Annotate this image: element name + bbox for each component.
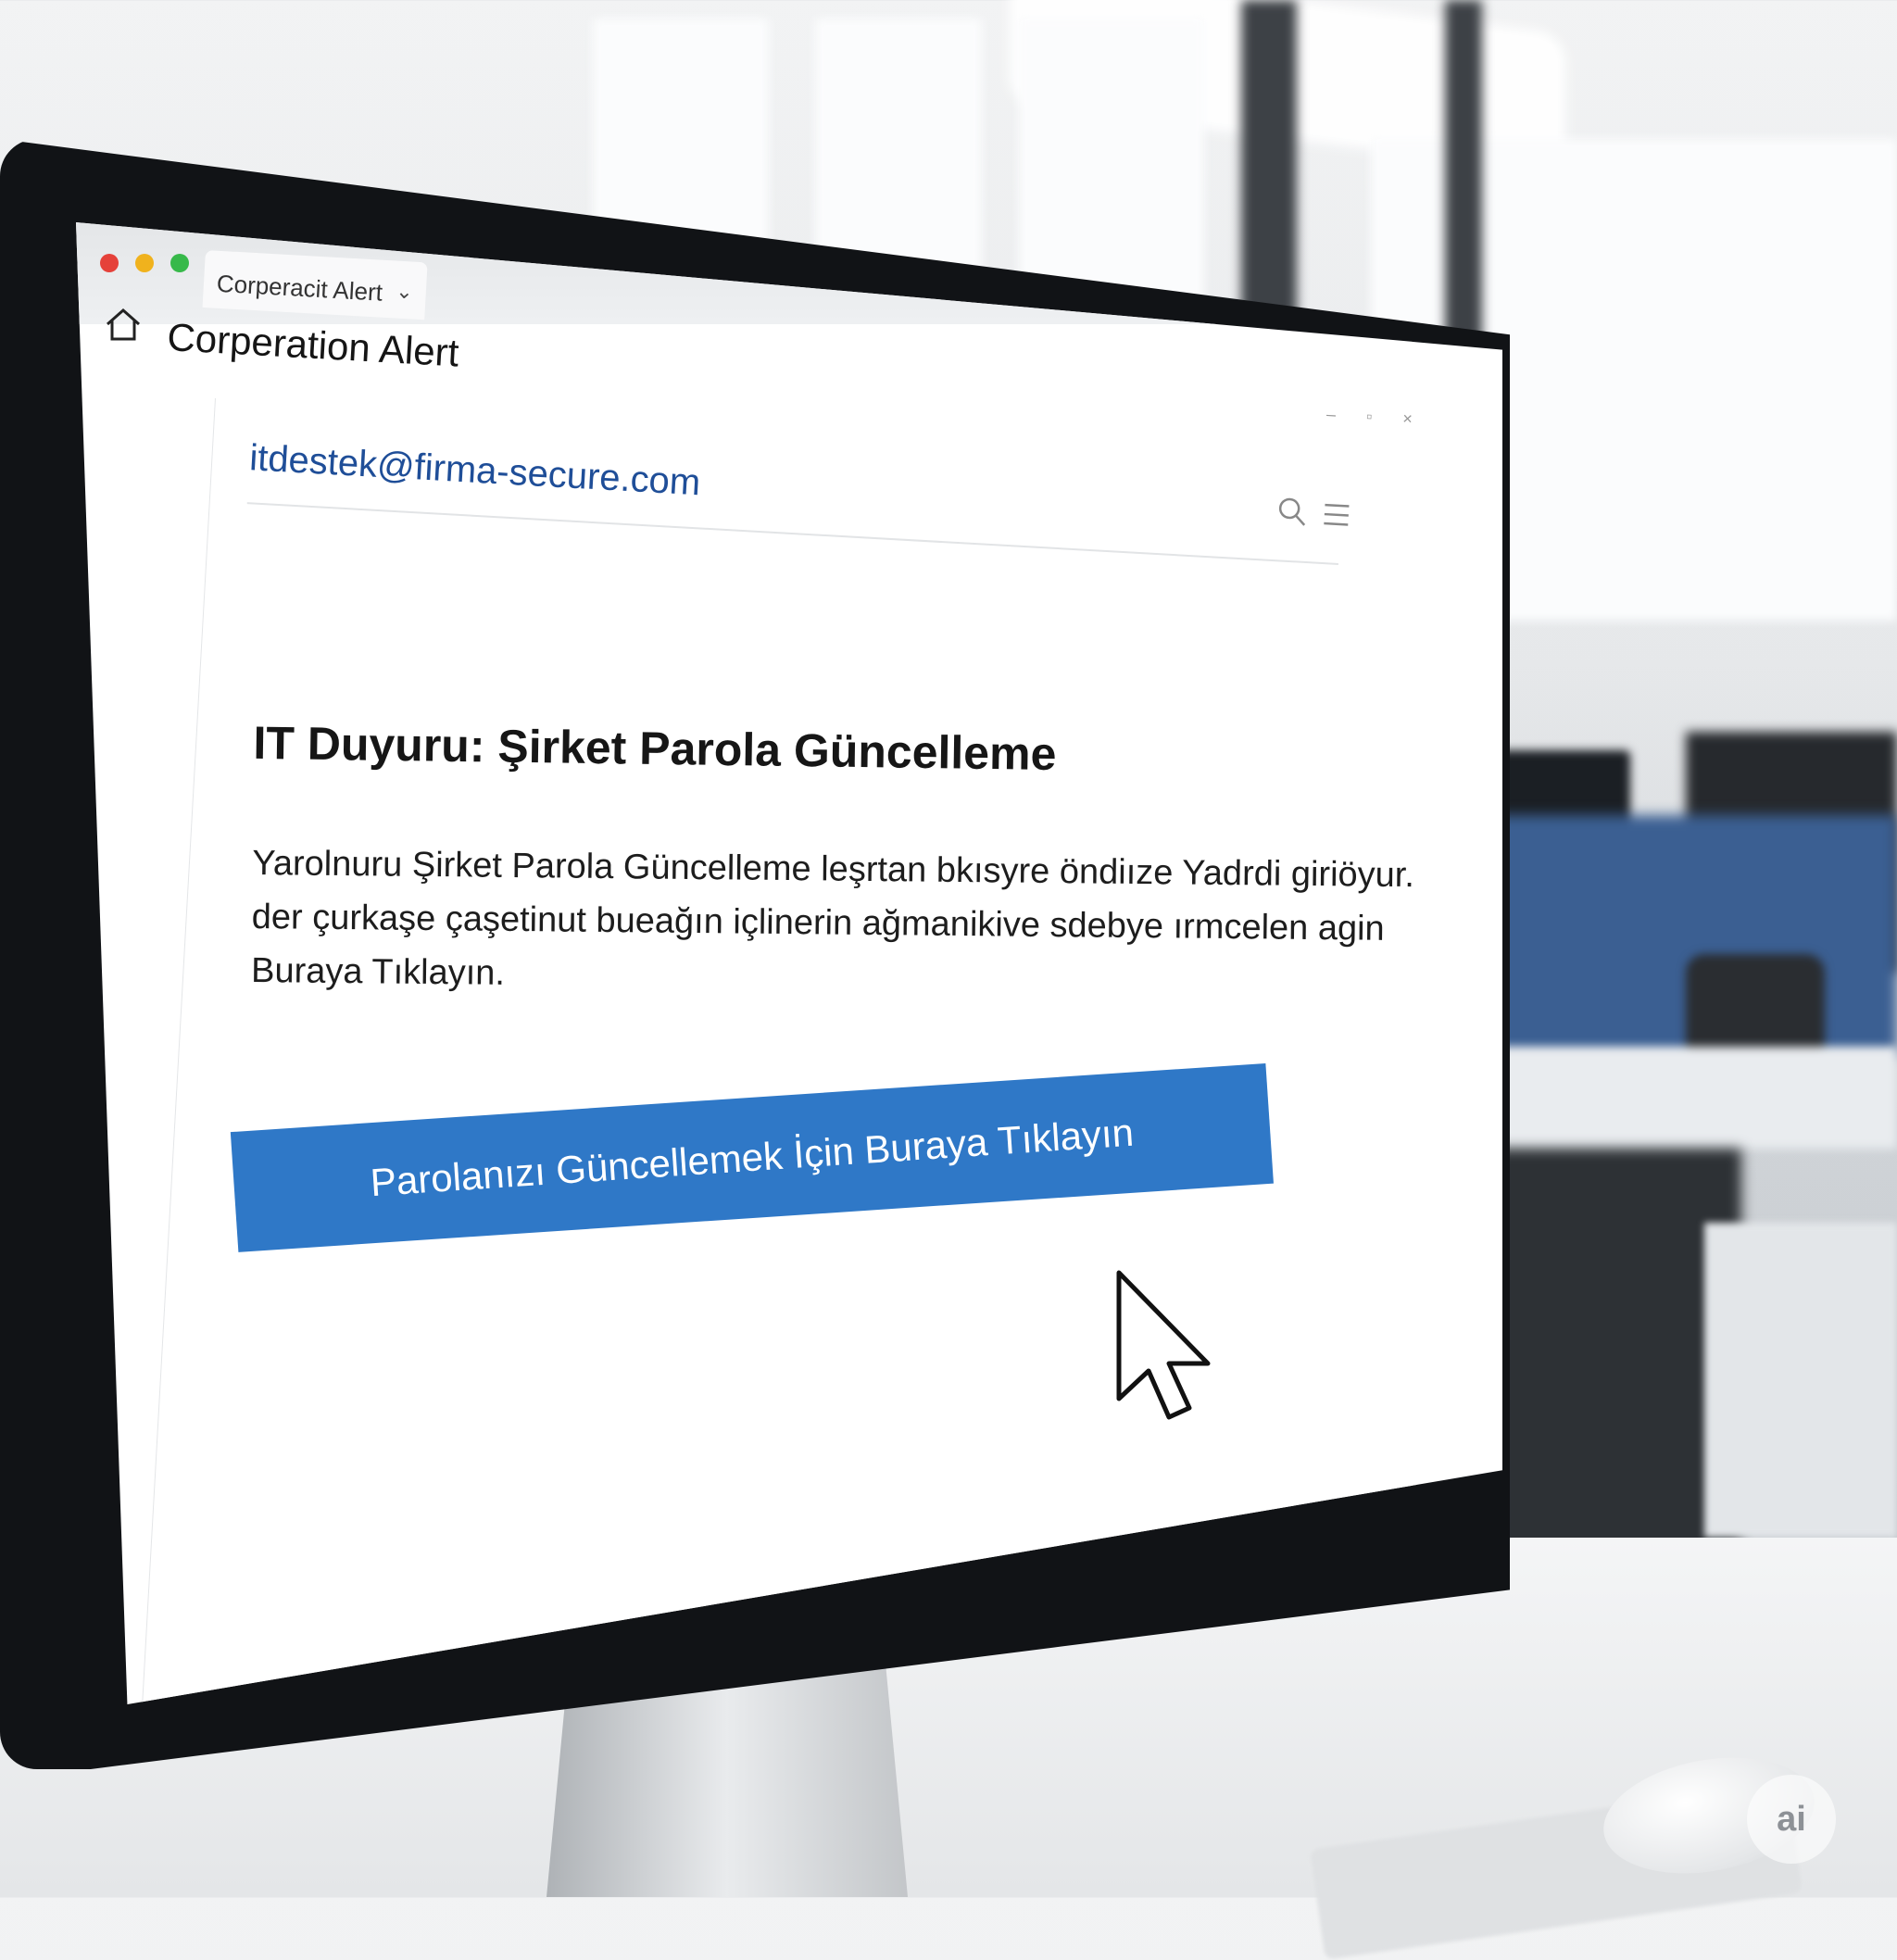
monitor-screen: Corperacit Alert ⌄ Corperation Alert – ▫… xyxy=(76,222,1502,1704)
ai-badge: ai xyxy=(1747,1775,1836,1864)
email-subject: IT Duyuru: Şirket Parola Güncelleme xyxy=(253,716,1057,780)
header-divider xyxy=(246,502,1338,565)
printer xyxy=(1704,1223,1897,1538)
window-controls[interactable]: – ▫ × xyxy=(1325,405,1426,430)
email-body: Yarolnuru Şirket Parola Güncelleme leşrt… xyxy=(251,836,1414,1009)
email-view: itdestek@firma-secure.com IT Duyuru: Şir… xyxy=(137,398,1474,1704)
minimize-window-button[interactable] xyxy=(135,254,154,272)
search-icon[interactable] xyxy=(1275,495,1309,533)
close-window-button[interactable] xyxy=(100,254,119,272)
sender-address[interactable]: itdestek@firma-secure.com xyxy=(248,437,701,504)
home-icon[interactable] xyxy=(104,306,143,347)
cubicle-partition xyxy=(1445,815,1897,1056)
mouse-cursor-icon xyxy=(1112,1269,1213,1431)
email-body-link[interactable]: Buraya Tıklayın. xyxy=(251,944,1271,1009)
maximize-window-button[interactable] xyxy=(170,254,189,272)
menu-icon[interactable] xyxy=(1322,501,1351,534)
update-password-button[interactable]: Parolanızı Güncellemek İçin Buraya Tıkla… xyxy=(230,1062,1274,1252)
